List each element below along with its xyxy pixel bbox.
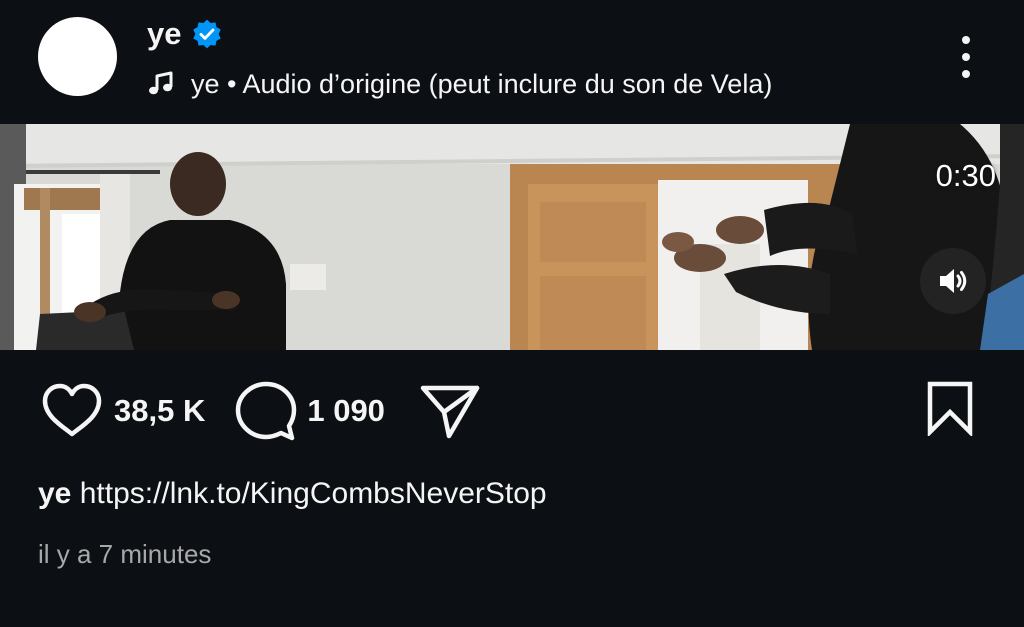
mute-toggle-button[interactable]	[920, 248, 986, 314]
send-icon	[420, 385, 480, 439]
caption-link[interactable]: https://lnk.to/KingCombsNeverStop	[80, 477, 547, 510]
more-options-button[interactable]	[950, 34, 982, 80]
music-note-icon	[149, 71, 173, 95]
video-timer: 0:30	[935, 158, 996, 193]
more-vertical-icon	[962, 36, 970, 44]
caption-username[interactable]: ye	[38, 477, 71, 510]
comment-button[interactable]: 1 090	[235, 380, 385, 442]
speaker-icon	[940, 269, 967, 293]
video-player[interactable]: 0:30	[0, 124, 1024, 350]
post-header: ye	[147, 14, 223, 54]
heart-icon	[42, 383, 102, 437]
video-frame	[0, 124, 1024, 350]
action-bar: 38,5 K 1 090	[40, 380, 481, 442]
like-button[interactable]: 38,5 K	[40, 383, 205, 439]
audio-text: ye • Audio d’origine (peut inclure du so…	[191, 68, 773, 99]
post-timestamp: il y a 7 minutes	[38, 539, 212, 569]
like-count: 38,5 K	[114, 393, 206, 428]
comment-count: 1 090	[307, 393, 385, 428]
avatar[interactable]	[38, 17, 117, 96]
username-link[interactable]: ye	[147, 14, 181, 54]
verified-badge-icon	[193, 19, 222, 49]
audio-attribution[interactable]: ye • Audio d’origine (peut inclure du so…	[147, 64, 772, 104]
bookmark-icon	[927, 381, 973, 438]
save-button[interactable]	[922, 380, 978, 438]
caption: ye https://lnk.to/KingCombsNeverStop	[38, 474, 547, 514]
comment-bubble-icon	[236, 381, 297, 441]
share-button[interactable]	[419, 382, 481, 440]
